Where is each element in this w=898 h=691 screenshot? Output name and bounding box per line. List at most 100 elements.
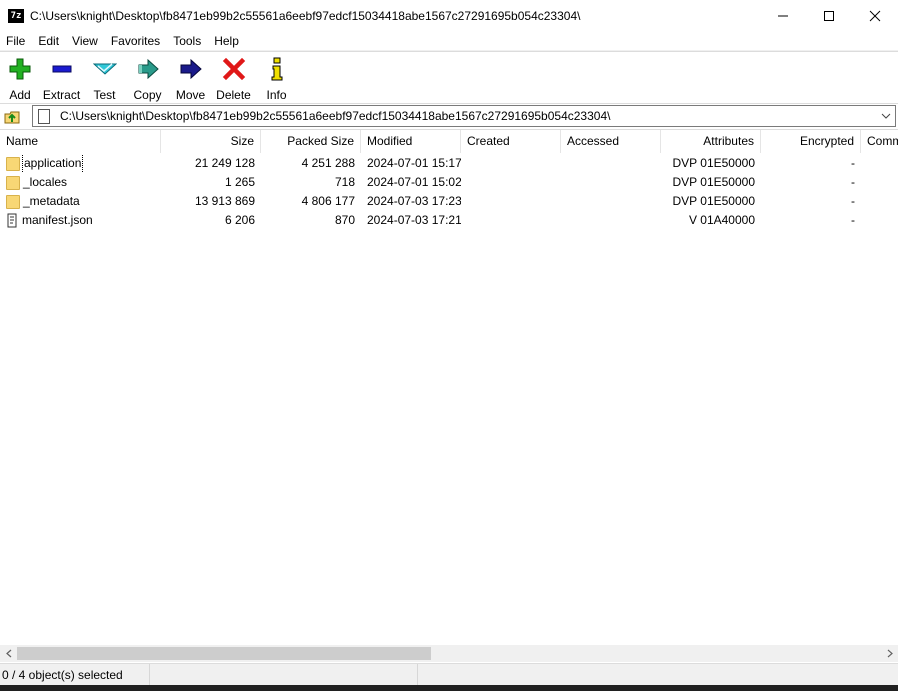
address-path[interactable]: C:\Users\knight\Desktop\fb8471eb99b2c555… [60, 109, 610, 123]
move-label: Move [175, 88, 206, 102]
close-icon [869, 10, 881, 21]
address-combobox[interactable]: C:\Users\knight\Desktop\fb8471eb99b2c555… [32, 105, 896, 127]
delete-x-icon [222, 57, 246, 81]
copy-button[interactable]: Copy [126, 52, 169, 103]
column-name[interactable]: Name [0, 130, 161, 153]
column-comment[interactable]: Comm [861, 130, 898, 153]
accessed-cell [561, 192, 661, 211]
accessed-cell [561, 154, 661, 173]
menu-file[interactable]: File [0, 34, 32, 48]
accessed-cell [561, 211, 661, 230]
menu-favorites[interactable]: Favorites [105, 34, 167, 48]
chevron-right-icon [887, 649, 893, 658]
window-title: C:\Users\knight\Desktop\fb8471eb99b2c555… [30, 8, 581, 23]
size-cell: 6 206 [224, 213, 255, 227]
column-accessed[interactable]: Accessed [561, 130, 661, 153]
toolbar: Add Extract Test Copy Move Delete Info [0, 51, 898, 103]
encrypted-cell: - [851, 156, 855, 170]
name-cell: _metadata [0, 192, 161, 211]
column-attributes[interactable]: Attributes [661, 130, 761, 153]
accessed-cell [561, 173, 661, 192]
minus-icon [50, 57, 74, 81]
delete-button[interactable]: Delete [212, 52, 255, 103]
chevron-down-icon [881, 113, 891, 119]
horizontal-scrollbar[interactable] [0, 645, 898, 662]
menu-help[interactable]: Help [208, 34, 246, 48]
title-bar: 7z C:\Users\knight\Desktop\fb8471eb99b2c… [0, 0, 898, 31]
column-encrypted[interactable]: Encrypted [761, 130, 861, 153]
scrollbar-thumb[interactable] [17, 647, 431, 660]
attributes-cell: DVP 01E50000 [672, 156, 755, 170]
chevron-left-icon [5, 649, 11, 658]
close-button[interactable] [852, 0, 898, 31]
scroll-right-button[interactable] [881, 645, 898, 662]
modified-cell: 2024-07-01 15:02 [367, 175, 461, 189]
packed-size-cell: 4 251 288 [301, 156, 355, 170]
encrypted-cell: - [851, 175, 855, 189]
status-selection: 0 / 4 object(s) selected [0, 663, 150, 686]
created-cell [461, 211, 561, 230]
attributes-cell: DVP 01E50000 [672, 194, 755, 208]
modified-cell: 2024-07-03 17:21 [367, 213, 461, 227]
info-button[interactable]: Info [255, 52, 298, 103]
test-button[interactable]: Test [83, 52, 126, 103]
scroll-left-button[interactable] [0, 645, 17, 662]
column-size[interactable]: Size [161, 130, 261, 153]
table-row[interactable]: _locales 1 265 718 2024-07-01 15:02 DVP … [0, 173, 898, 192]
file-icon [38, 108, 50, 124]
menu-bar: File Edit View Favorites Tools Help [0, 31, 898, 51]
delete-label: Delete [216, 88, 251, 102]
menu-edit[interactable]: Edit [32, 34, 66, 48]
check-icon [92, 57, 117, 81]
size-cell: 21 249 128 [194, 156, 255, 170]
move-arrow-icon [179, 57, 203, 81]
menu-view[interactable]: View [66, 34, 105, 48]
maximize-icon [824, 10, 834, 21]
test-label: Test [93, 88, 116, 102]
column-created[interactable]: Created [461, 130, 561, 153]
extract-label: Extract [42, 88, 81, 102]
name-cell: manifest.json [0, 211, 161, 230]
file-name: application [21, 154, 84, 173]
folder-icon [6, 156, 20, 171]
minimize-icon [778, 15, 788, 16]
address-dropdown-button[interactable] [880, 109, 892, 123]
table-row[interactable]: manifest.json 6 206 870 2024-07-03 17:21… [0, 211, 898, 230]
column-modified[interactable]: Modified [361, 130, 461, 153]
taskbar-edge [0, 685, 898, 691]
menu-tools[interactable]: Tools [167, 34, 208, 48]
column-header: Name Size Packed Size Modified Created A… [0, 130, 898, 153]
folder-icon [6, 175, 20, 190]
add-button[interactable]: Add [0, 52, 40, 103]
created-cell [461, 173, 561, 192]
info-label: Info [266, 88, 287, 102]
attributes-cell: DVP 01E50000 [672, 175, 755, 189]
packed-size-cell: 4 806 177 [301, 194, 355, 208]
modified-cell: 2024-07-01 15:17 [367, 156, 461, 170]
encrypted-cell: - [851, 194, 855, 208]
info-icon [265, 57, 289, 81]
table-row[interactable]: application 21 249 128 4 251 288 2024-07… [0, 154, 898, 173]
up-folder-icon [4, 111, 20, 124]
up-folder-button[interactable] [1, 105, 23, 127]
status-bar: 0 / 4 object(s) selected [0, 663, 898, 686]
minimize-button[interactable] [760, 0, 806, 31]
json-file-icon [6, 213, 18, 228]
file-name: manifest.json [22, 213, 93, 227]
column-packed-size[interactable]: Packed Size [261, 130, 361, 153]
packed-size-cell: 718 [334, 175, 355, 189]
status-section-3 [418, 664, 896, 686]
name-cell: _locales [0, 173, 161, 192]
table-row[interactable]: _metadata 13 913 869 4 806 177 2024-07-0… [0, 192, 898, 211]
status-section-2 [150, 663, 418, 686]
app-7zip-icon[interactable]: 7z [8, 8, 24, 23]
extract-button[interactable]: Extract [40, 52, 83, 103]
folder-icon [6, 194, 20, 209]
add-label: Add [9, 88, 31, 102]
file-list[interactable]: Name Size Packed Size Modified Created A… [0, 129, 898, 645]
maximize-button[interactable] [806, 0, 852, 31]
name-cell: application [0, 154, 161, 173]
created-cell [461, 192, 561, 211]
move-button[interactable]: Move [169, 52, 212, 103]
created-cell [461, 154, 561, 173]
